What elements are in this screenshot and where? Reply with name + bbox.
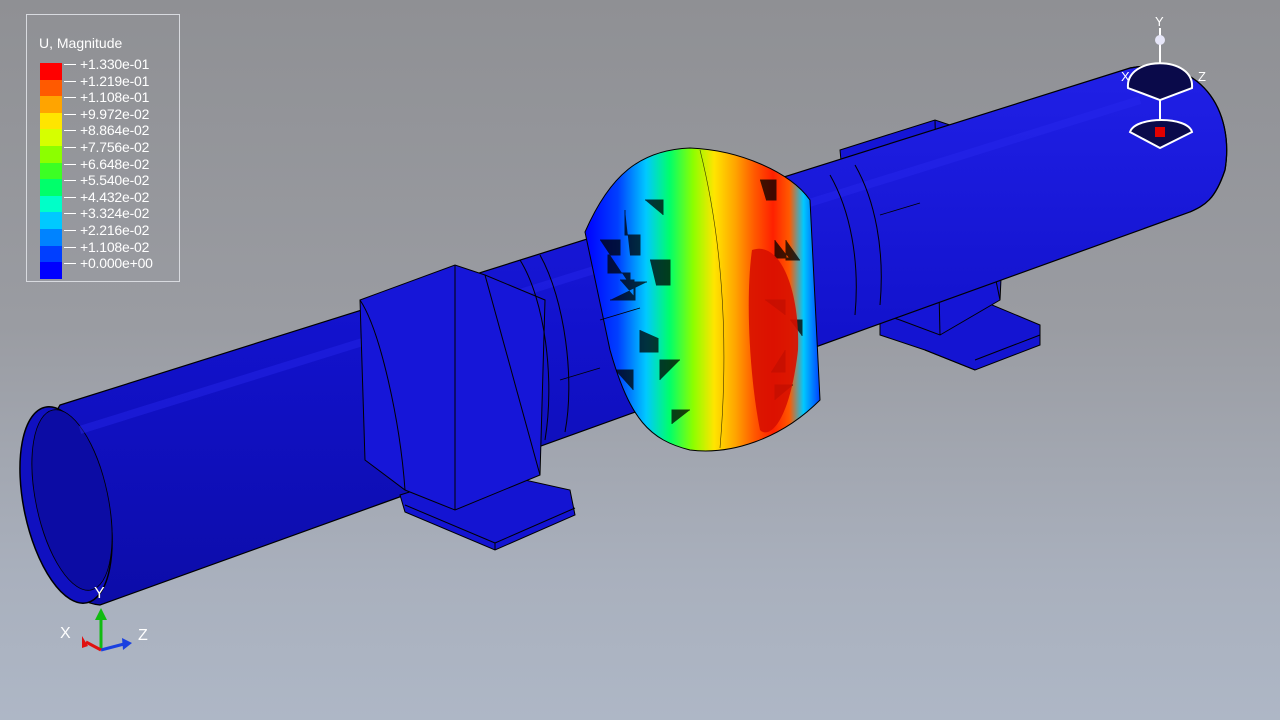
model-viewport[interactable]: Y X Z Y X Z bbox=[0, 0, 1280, 720]
legend-tick bbox=[64, 97, 76, 99]
contour-legend: U, Magnitude +1.330e-01 +1.219e-01 +1.108e… bbox=[26, 14, 180, 282]
pipe-model bbox=[19, 28, 1228, 652]
view-cube-x-label: X bbox=[1121, 69, 1130, 84]
legend-tick bbox=[64, 263, 76, 265]
legend-tick bbox=[64, 130, 76, 132]
legend-value: +3.324e-02 bbox=[80, 205, 150, 222]
legend-swatch bbox=[40, 63, 62, 80]
legend-value: +2.216e-02 bbox=[80, 222, 150, 238]
legend-value: +4.432e-02 bbox=[80, 188, 150, 205]
legend-value: +1.108e-02 bbox=[80, 238, 150, 255]
triad-z-label: Z bbox=[138, 627, 148, 644]
legend-tick bbox=[64, 213, 76, 215]
legend-swatch bbox=[40, 112, 62, 130]
legend-value: +0.000e+00 bbox=[80, 255, 153, 272]
legend-value: +1.330e-01 bbox=[80, 56, 150, 72]
legend-swatch bbox=[40, 195, 62, 213]
legend-tick bbox=[64, 230, 76, 231]
legend-title: U, Magnitude bbox=[39, 35, 123, 51]
legend-swatch bbox=[40, 179, 62, 196]
coordinate-triad bbox=[82, 608, 132, 652]
legend-value: +6.648e-02 bbox=[80, 155, 150, 172]
legend-swatch bbox=[40, 129, 62, 146]
legend-swatch bbox=[40, 146, 62, 163]
legend-tick bbox=[64, 163, 76, 165]
legend-tick bbox=[64, 196, 76, 198]
legend-swatch bbox=[40, 262, 62, 279]
legend-tick bbox=[64, 80, 76, 82]
legend-value: +9.972e-02 bbox=[80, 105, 150, 122]
legend-value: +7.756e-02 bbox=[80, 139, 150, 155]
legend-swatch bbox=[40, 162, 62, 180]
legend-swatch bbox=[40, 212, 62, 229]
legend-tick bbox=[64, 180, 76, 182]
triad-x-label: X bbox=[60, 625, 71, 642]
legend-tick bbox=[64, 246, 76, 248]
legend-tick bbox=[64, 147, 76, 148]
view-cube[interactable] bbox=[1126, 28, 1194, 150]
legend-swatch bbox=[40, 229, 62, 246]
view-cube-y-label: Y bbox=[1155, 14, 1164, 29]
legend-value: +8.864e-02 bbox=[80, 122, 150, 139]
legend-swatch bbox=[40, 79, 62, 97]
legend-value: +1.219e-01 bbox=[80, 72, 150, 89]
view-cube-z-label: Z bbox=[1198, 69, 1206, 84]
legend-tick bbox=[64, 64, 76, 65]
triad-y-label: Y bbox=[94, 585, 105, 602]
legend-swatch bbox=[40, 96, 62, 113]
legend-value: +5.540e-02 bbox=[80, 172, 150, 189]
legend-swatch bbox=[40, 245, 62, 263]
legend-tick bbox=[64, 113, 76, 115]
legend-value: +1.108e-01 bbox=[80, 89, 150, 106]
